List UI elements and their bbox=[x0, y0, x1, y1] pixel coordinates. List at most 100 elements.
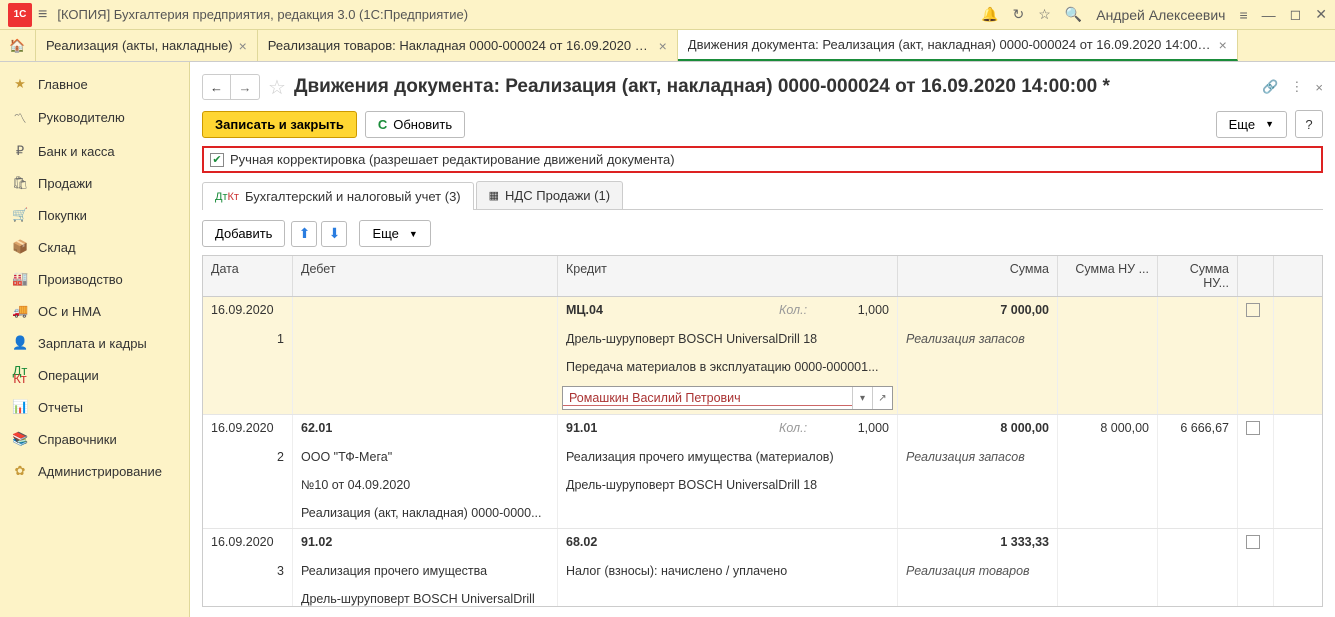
dropdown-icon[interactable]: ▾ bbox=[852, 387, 872, 409]
cell-check[interactable] bbox=[1238, 415, 1274, 444]
more-label: Еще bbox=[1229, 117, 1255, 132]
bag-icon: 🛍 bbox=[12, 175, 28, 191]
sidebar-item-reports[interactable]: 📊 Отчеты bbox=[0, 391, 189, 423]
sidebar-label: Операции bbox=[38, 368, 99, 383]
star-icon: ★ bbox=[12, 76, 28, 92]
cell-check[interactable] bbox=[1238, 529, 1274, 558]
tab-label: Реализация товаров: Накладная 0000-00002… bbox=[268, 38, 653, 53]
save-close-label: Записать и закрыть bbox=[215, 117, 344, 132]
refresh-label: Обновить bbox=[393, 117, 452, 132]
sidebar-item-bank[interactable]: ₽Банк и касса bbox=[0, 135, 189, 167]
app-logo: 1C bbox=[8, 3, 32, 27]
minimize-icon[interactable]: — bbox=[1262, 7, 1276, 23]
sidebar-item-os-nma[interactable]: 🚚ОС и НМА bbox=[0, 295, 189, 327]
cell-sum-note: Реализация товаров bbox=[898, 558, 1058, 586]
cell-credit-acc: МЦ.04 bbox=[566, 303, 779, 320]
page-close-icon[interactable]: × bbox=[1315, 80, 1323, 95]
save-close-button[interactable]: Записать и закрыть bbox=[202, 111, 357, 138]
link-icon[interactable]: 🔗 bbox=[1262, 79, 1278, 95]
table-more-button[interactable]: Еще▼ bbox=[359, 220, 430, 247]
cell-num: 1 bbox=[203, 326, 293, 354]
sidebar-label: Производство bbox=[38, 272, 123, 287]
col-date[interactable]: Дата bbox=[203, 256, 293, 296]
cell-sum: 8 000,00 bbox=[898, 415, 1058, 444]
add-button[interactable]: Добавить bbox=[202, 220, 285, 247]
tab-close-icon[interactable]: × bbox=[239, 38, 247, 54]
col-sumnu[interactable]: Сумма НУ ... bbox=[1058, 256, 1158, 296]
sidebar-item-admin[interactable]: ✿Администрирование bbox=[0, 455, 189, 487]
subtab-label: Бухгалтерский и налоговый учет (3) bbox=[245, 189, 461, 204]
home-tab[interactable]: 🏠 bbox=[0, 30, 36, 61]
table-row[interactable]: 16.09.2020 91.02 68.02 1 333,33 3 Реализ… bbox=[203, 529, 1322, 607]
nav-forward-icon[interactable]: → bbox=[231, 75, 259, 99]
books-icon: 📚 bbox=[12, 431, 28, 447]
subtab-label: НДС Продажи (1) bbox=[505, 188, 610, 203]
cell-check[interactable] bbox=[1238, 297, 1274, 326]
table-row[interactable]: 16.09.2020 62.01 91.01 Кол.: 1,000 8 000… bbox=[203, 415, 1322, 529]
col-sum[interactable]: Сумма bbox=[898, 256, 1058, 296]
sidebar-item-sales[interactable]: 🛍 Продажи bbox=[0, 167, 189, 199]
chevron-down-icon: ▼ bbox=[1265, 119, 1274, 129]
cell-debit-line: ООО "ТФ-Мега" bbox=[293, 444, 558, 472]
sidebar-item-manager[interactable]: 〽Руководителю bbox=[0, 100, 189, 135]
col-debit[interactable]: Дебет bbox=[293, 256, 558, 296]
maximize-icon[interactable]: ◻ bbox=[1290, 6, 1302, 23]
move-down-button[interactable]: ⬇ bbox=[321, 221, 347, 247]
tab-close-icon[interactable]: × bbox=[1219, 37, 1227, 53]
more-button[interactable]: Еще ▼ bbox=[1216, 111, 1287, 138]
sidebar-label: Отчеты bbox=[38, 400, 83, 415]
cell-sumnu2: 6 666,67 bbox=[1158, 415, 1238, 444]
sidebar-item-main[interactable]: ★ Главное bbox=[0, 68, 189, 100]
box-icon: 📦 bbox=[12, 239, 28, 255]
cell-credit-line: Передача материалов в эксплуатацию 0000-… bbox=[558, 354, 898, 382]
sidebar-item-warehouse[interactable]: 📦 Склад bbox=[0, 231, 189, 263]
sidebar-item-production[interactable]: 🏭Производство bbox=[0, 263, 189, 295]
sidebar-item-purchases[interactable]: 🛒Покупки bbox=[0, 199, 189, 231]
refresh-button[interactable]: СОбновить bbox=[365, 111, 465, 138]
subtab-accounting[interactable]: ДтКт Бухгалтерский и налоговый учет (3) bbox=[202, 182, 474, 210]
tab-movements[interactable]: Движения документа: Реализация (акт, нак… bbox=[678, 30, 1238, 61]
star-icon[interactable]: ☆ bbox=[1038, 6, 1051, 23]
username[interactable]: Андрей Алексеевич bbox=[1096, 7, 1225, 23]
more-icon[interactable]: ⋮ bbox=[1290, 79, 1303, 95]
close-icon[interactable]: ✕ bbox=[1315, 6, 1327, 23]
sidebar-label: Главное bbox=[38, 77, 88, 92]
burger-icon[interactable]: ≡ bbox=[38, 6, 47, 24]
favorite-icon[interactable]: ☆ bbox=[268, 75, 286, 100]
sidebar-label: Продажи bbox=[38, 176, 92, 191]
col-credit[interactable]: Кредит bbox=[558, 256, 898, 296]
cell-sum: 1 333,33 bbox=[898, 529, 1058, 558]
cell-debit-line: Реализация (акт, накладная) 0000-0000... bbox=[293, 500, 558, 528]
history-icon[interactable]: ↻ bbox=[1013, 6, 1025, 23]
tab-realization-doc[interactable]: Реализация товаров: Накладная 0000-00002… bbox=[258, 30, 678, 61]
cell-sumnu: 8 000,00 bbox=[1058, 415, 1158, 444]
sidebar-label: Зарплата и кадры bbox=[38, 336, 147, 351]
subtab-vat[interactable]: ▦ НДС Продажи (1) bbox=[476, 181, 623, 209]
bell-icon[interactable]: 🔔 bbox=[981, 6, 998, 23]
sidebar-item-salary[interactable]: 👤Зарплата и кадры bbox=[0, 327, 189, 359]
checkbox-checked-icon[interactable]: ✔ bbox=[210, 153, 224, 167]
accounting-grid: Дата Дебет Кредит Сумма Сумма НУ ... Сум… bbox=[202, 255, 1323, 607]
manual-correction-row[interactable]: ✔ Ручная корректировка (разрешает редакт… bbox=[202, 146, 1323, 173]
settings-icon[interactable]: ≡ bbox=[1239, 7, 1247, 23]
open-icon[interactable]: ↗ bbox=[872, 387, 892, 409]
sidebar-label: ОС и НМА bbox=[38, 304, 101, 319]
tab-realization-list[interactable]: Реализация (акты, накладные) × bbox=[36, 30, 258, 61]
manual-correction-label: Ручная корректировка (разрешает редактир… bbox=[230, 152, 675, 167]
help-button[interactable]: ? bbox=[1295, 110, 1323, 138]
sidebar-item-catalogs[interactable]: 📚Справочники bbox=[0, 423, 189, 455]
sidebar-item-operations[interactable]: ДтКтОперации bbox=[0, 359, 189, 391]
cell-date: 16.09.2020 bbox=[203, 415, 293, 444]
cell-credit-acc: 91.01 bbox=[566, 421, 779, 438]
report-icon: 📊 bbox=[12, 399, 28, 415]
col-sumnu2[interactable]: Сумма НУ... bbox=[1158, 256, 1238, 296]
cell-debit-acc: 91.02 bbox=[293, 529, 558, 558]
sidebar-label: Склад bbox=[38, 240, 76, 255]
table-row[interactable]: 16.09.2020 МЦ.04 Кол.: 1,000 7 000,00 1 bbox=[203, 297, 1322, 415]
search-icon[interactable]: 🔍 bbox=[1065, 6, 1082, 23]
tab-close-icon[interactable]: × bbox=[659, 38, 667, 54]
move-up-button[interactable]: ⬆ bbox=[291, 221, 317, 247]
more-label: Еще bbox=[372, 226, 398, 241]
nav-back-icon[interactable]: ← bbox=[203, 75, 231, 99]
subkonto-input[interactable]: Ромашкин Василий Петрович ▾ ↗ bbox=[562, 386, 893, 410]
